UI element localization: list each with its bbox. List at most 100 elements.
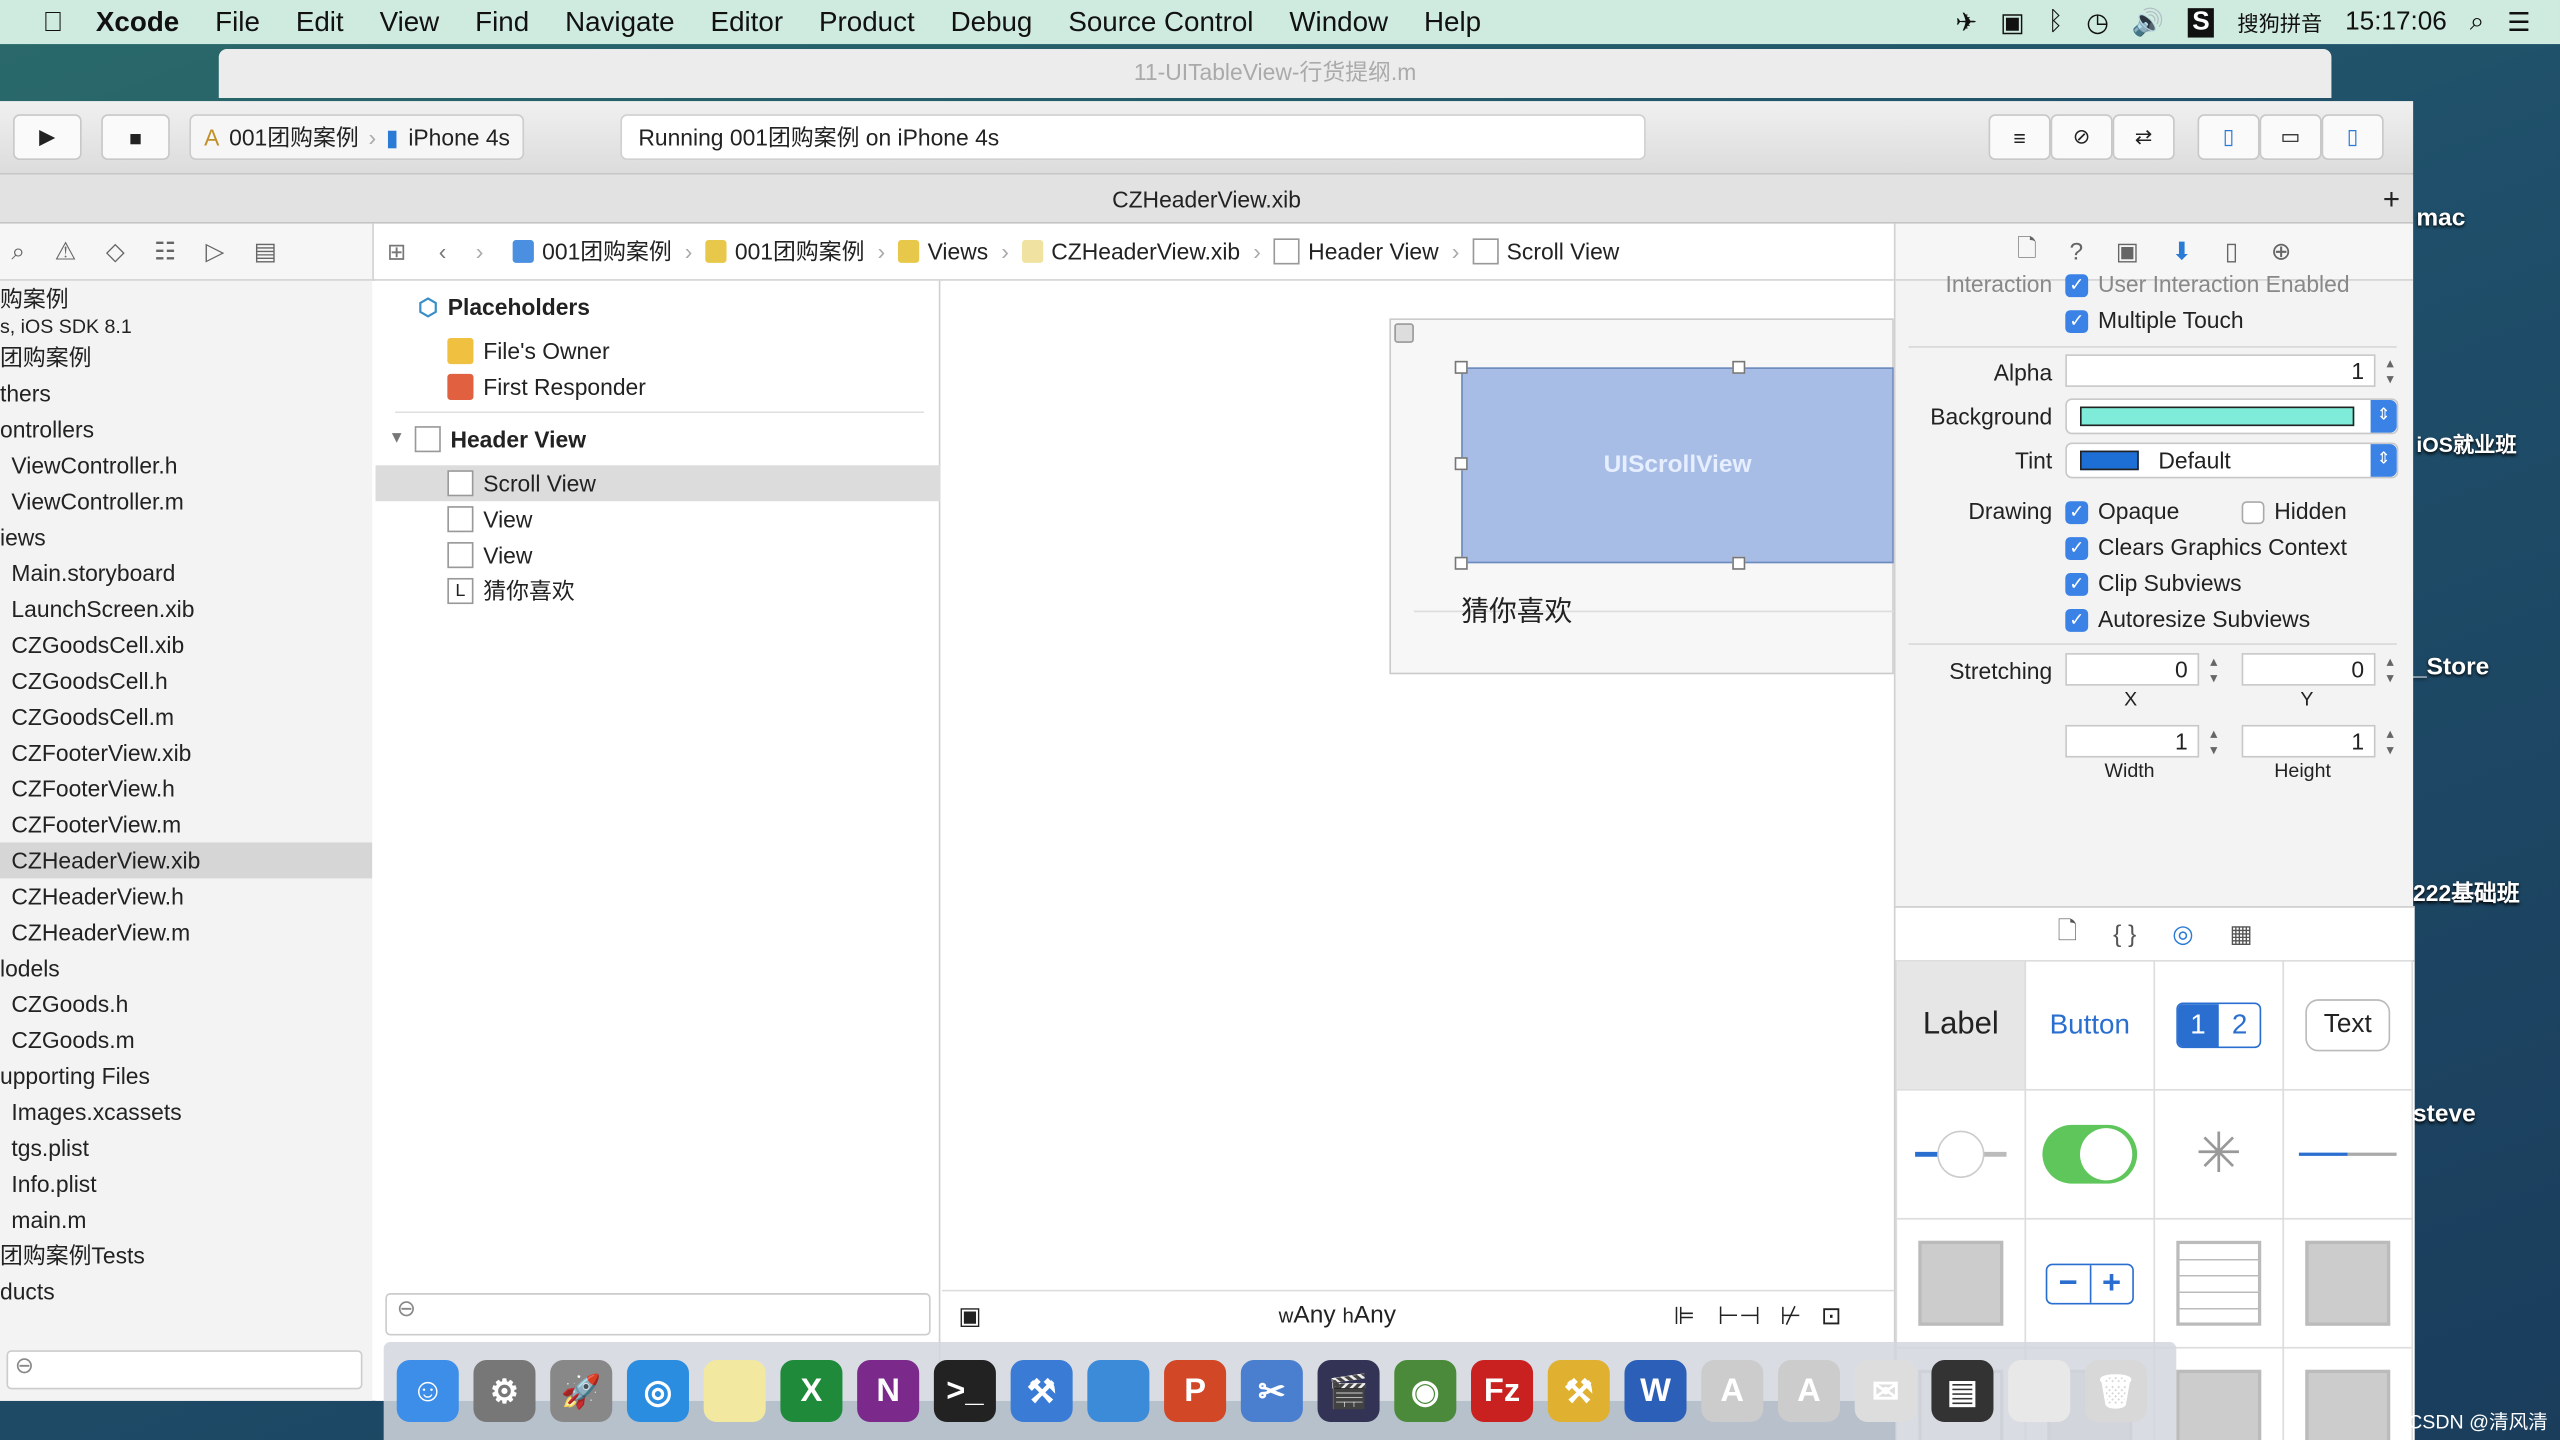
disclosure-triangle-icon[interactable]: ▼ (389, 421, 405, 457)
navigator-item[interactable]: ontrollers (0, 411, 372, 447)
resize-handle[interactable] (1732, 556, 1746, 570)
quick-help-icon[interactable]: ? (2069, 238, 2083, 266)
desktop-label[interactable]: steve (2413, 1100, 2476, 1128)
library-collection-reusable-view[interactable] (2282, 1346, 2414, 1440)
time-machine-icon[interactable]: ◷ (2086, 6, 2109, 39)
library-label[interactable]: Label (1895, 959, 2027, 1091)
navigator-item[interactable]: CZFooterView.h (0, 771, 372, 807)
navigator-item[interactable]: lodels (0, 950, 372, 986)
navigator-item[interactable]: ViewController.h (0, 447, 372, 483)
clock[interactable]: 15:17:06 (2345, 7, 2447, 36)
navigator-item[interactable]: CZFooterView.xib (0, 735, 372, 771)
multiple-touch-checkbox[interactable]: ✓ Multiple Touch (2065, 307, 2244, 334)
dock-excel-icon[interactable]: X (780, 1359, 843, 1423)
dock-folder-icon[interactable] (1087, 1359, 1150, 1423)
scroll-view[interactable]: UIScrollView (1461, 367, 1894, 564)
assistant-editor-button[interactable]: ⊘ (2050, 114, 2113, 160)
outline-files-owner[interactable]: File's Owner (447, 333, 610, 369)
clears-graphics-checkbox[interactable]: ✓ Clears Graphics Context (2065, 534, 2347, 561)
library-button[interactable]: Button (2024, 959, 2156, 1091)
menu-help[interactable]: Help (1424, 6, 1481, 39)
stretch-height-stepper[interactable]: ▴ ▾ (2382, 725, 2398, 758)
dock-network-icon[interactable]: ◉ (1394, 1359, 1457, 1423)
desktop-label[interactable]: iOS就业班 (2416, 428, 2516, 459)
warning-icon[interactable]: ⚠ (55, 237, 77, 266)
dock-word-icon[interactable]: W (1624, 1359, 1687, 1423)
scheme-selector[interactable]: A 001团购案例 › ▮ iPhone 4s (189, 114, 525, 160)
menu-debug[interactable]: Debug (951, 6, 1033, 39)
bluetooth-icon[interactable]: ᛒ (2048, 7, 2064, 36)
breadcrumb-views[interactable]: Views (898, 238, 988, 264)
resolve-icon[interactable]: ⊬ (1780, 1300, 1801, 1330)
resize-handle[interactable] (1454, 556, 1468, 570)
library-progress-view[interactable] (2282, 1088, 2414, 1220)
stretch-width-stepper[interactable]: ▴ ▾ (2206, 725, 2222, 758)
resize-handle[interactable] (1454, 360, 1468, 374)
outline-first-responder[interactable]: First Responder (447, 369, 646, 405)
identity-inspector-icon[interactable]: ▣ (2116, 237, 2139, 266)
outline-placeholders[interactable]: ⬡ Placeholders (418, 289, 590, 325)
stretch-x-field[interactable]: 0 (2065, 653, 2200, 686)
connections-inspector-icon[interactable]: ⊕ (2271, 237, 2292, 266)
menu-xcode[interactable]: Xcode (96, 6, 179, 39)
tab-czheaderview[interactable]: CZHeaderView.xib (1112, 186, 1301, 212)
dock-trash-icon[interactable]: 🗑 (2084, 1359, 2147, 1423)
navigator-item[interactable]: tgs.plist (0, 1130, 372, 1166)
menu-window[interactable]: Window (1289, 6, 1388, 39)
navigator-item[interactable]: CZGoodsCell.xib (0, 627, 372, 663)
navigator-item[interactable]: CZHeaderView.h (0, 878, 372, 914)
dock-xcode-icon[interactable]: ⚒ (1010, 1359, 1073, 1423)
breadcrumb-group[interactable]: 001团购案例 (705, 235, 864, 268)
resizing-icon[interactable]: ⊡ (1821, 1300, 1842, 1330)
dock-system-preferences-icon[interactable]: ⚙ (473, 1359, 536, 1423)
breadcrumb-file[interactable]: CZHeaderView.xib (1021, 238, 1240, 264)
library-slider[interactable] (1895, 1088, 2027, 1220)
size-inspector-icon[interactable]: ▯ (2225, 237, 2238, 266)
library-switch[interactable] (2024, 1088, 2156, 1220)
navigator-item[interactable]: Info.plist (0, 1166, 372, 1202)
dock-finder-icon[interactable]: ☺ (396, 1359, 459, 1423)
library-segmented-control[interactable]: 12 (2153, 959, 2285, 1091)
stretch-height-field[interactable]: 1 (2241, 724, 2376, 758)
stop-button[interactable]: ■ (101, 114, 170, 160)
dock-instruments-2-icon[interactable]: A (1777, 1359, 1840, 1423)
back-button[interactable]: ‹ (439, 238, 447, 264)
run-button[interactable]: ▶ (13, 114, 82, 160)
code-snippet-icon[interactable]: { } (2113, 920, 2136, 948)
navigator-item[interactable]: ViewController.m (0, 483, 372, 519)
volume-icon[interactable]: 🔊 (2132, 6, 2165, 39)
debug-icon[interactable]: ☷ (154, 237, 176, 266)
breadcrumb-project[interactable]: 001团购案例 (512, 235, 672, 268)
dock-filezilla-icon[interactable]: Fz (1471, 1359, 1534, 1423)
attributes-inspector-icon[interactable]: ⬇ (2172, 237, 2193, 266)
dock-mail-icon[interactable]: ✉ (1854, 1359, 1917, 1423)
spotlight-icon[interactable]: ⌕ (2470, 7, 2485, 36)
background-color-popup[interactable]: ⇕ (2065, 398, 2399, 435)
navigator-item[interactable]: CZGoodsCell.m (0, 699, 372, 735)
navigator-item[interactable]: 购案例 (0, 281, 372, 317)
log-icon[interactable]: ▤ (254, 237, 277, 266)
toggle-outline-icon[interactable]: ▣ (958, 1300, 981, 1330)
opaque-checkbox[interactable]: ✓ Opaque (2065, 498, 2179, 525)
navigator-item[interactable]: LaunchScreen.xib (0, 591, 372, 627)
desktop-label[interactable]: 222基础班 (2413, 877, 2520, 910)
navigator-item[interactable]: main.m (0, 1202, 372, 1238)
size-class-control[interactable]: wAny hAny (1279, 1301, 1396, 1329)
outline-scroll-view[interactable]: Scroll View (447, 465, 596, 501)
dock-movie-icon[interactable]: 🎬 (1317, 1359, 1380, 1423)
toggle-navigator-button[interactable]: ▯ (2197, 114, 2260, 160)
library-activity-indicator[interactable]: ✳ (2153, 1088, 2285, 1220)
library-table-view[interactable] (2153, 1217, 2285, 1349)
dock-preview-icon[interactable]: A (1701, 1359, 1764, 1423)
alpha-stepper[interactable]: ▴ ▾ (2382, 354, 2398, 387)
navigator-item[interactable]: s, iOS SDK 8.1 (0, 317, 372, 340)
guess-label[interactable]: 猜你喜欢 (1461, 588, 1572, 629)
dock-launchpad-icon[interactable]: 🚀 (550, 1359, 613, 1423)
navigator-item[interactable]: CZHeaderView.xib (0, 842, 373, 879)
test-icon[interactable]: ◇ (106, 237, 125, 266)
stretch-x-stepper[interactable]: ▴ ▾ (2206, 653, 2222, 686)
outline-filter-input[interactable]: ⊖ (385, 1293, 931, 1336)
navigator-item[interactable]: 团购案例Tests (0, 1238, 372, 1274)
navigator-item[interactable]: CZGoods.m (0, 1022, 372, 1058)
dock-downloads-icon[interactable] (2008, 1359, 2071, 1423)
